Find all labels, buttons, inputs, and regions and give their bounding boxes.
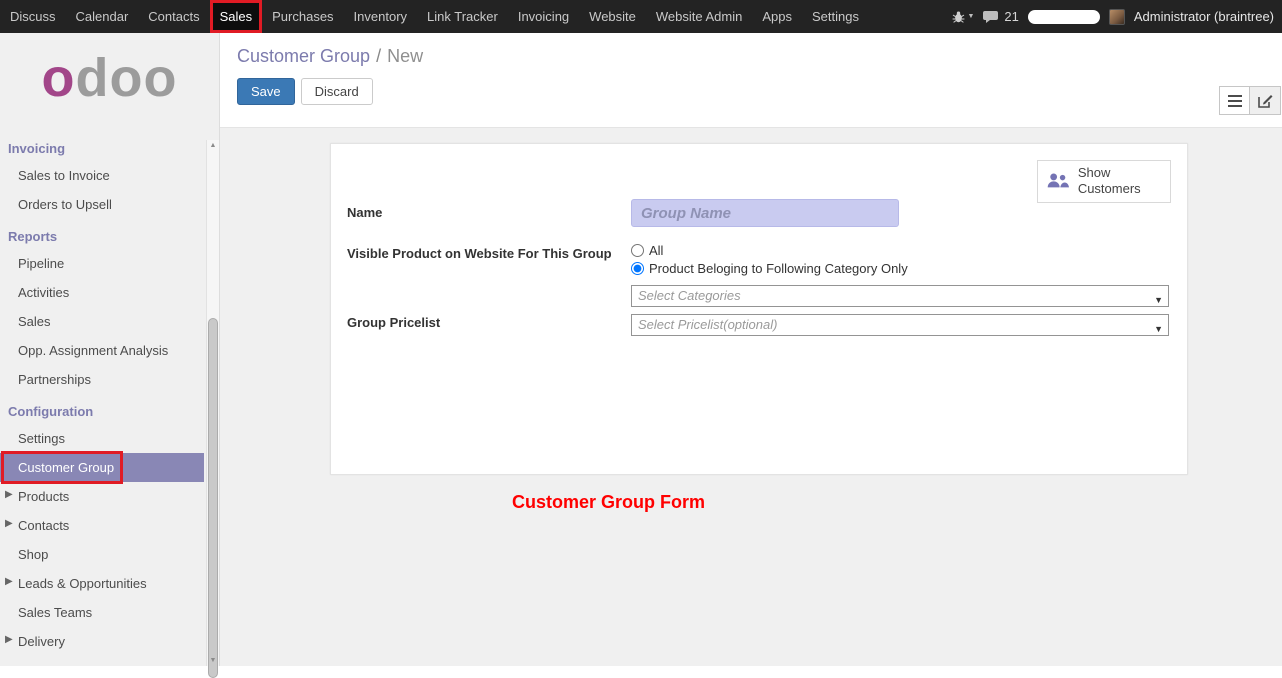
sidebar-item-opp-assignment-analysis[interactable]: Opp. Assignment Analysis — [0, 336, 219, 365]
menu-settings[interactable]: Settings — [802, 0, 869, 33]
group-pricelist-label: Group Pricelist — [347, 315, 440, 330]
breadcrumb-separator: / — [376, 46, 381, 66]
radio-category-input[interactable] — [631, 262, 644, 275]
radio-category-only[interactable]: Product Beloging to Following Category O… — [631, 261, 908, 276]
menu-invoicing[interactable]: Invoicing — [508, 0, 579, 33]
edit-form-icon — [1258, 94, 1273, 108]
annotation-caption: Customer Group Form — [512, 492, 705, 513]
discard-button[interactable]: Discard — [301, 78, 373, 105]
menu-purchases[interactable]: Purchases — [262, 0, 343, 33]
sidebar-nav: Invoicing Sales to Invoice Orders to Ups… — [0, 131, 219, 656]
sidebar-item-products[interactable]: ▶ Products — [0, 482, 219, 511]
main-content: Show Customers Name Visible Product on W… — [220, 128, 1282, 666]
group-name-input[interactable] — [631, 199, 899, 227]
radio-all[interactable]: All — [631, 243, 908, 258]
select-categories-dropdown[interactable]: Select Categories ▼ — [631, 285, 1169, 307]
messages-icon[interactable]: 21 — [983, 9, 1018, 24]
sidebar-item-partnerships[interactable]: Partnerships — [0, 365, 219, 394]
sidebar-item-customer-group[interactable]: Customer Group — [0, 453, 204, 482]
view-switcher — [1219, 86, 1281, 115]
topbar-systray: ▼ 21 Administrator (braintree) — [952, 0, 1282, 33]
scroll-down-icon[interactable]: ▼ — [207, 657, 219, 664]
name-label: Name — [347, 205, 382, 220]
sidebar-item-sales[interactable]: Sales — [0, 307, 219, 336]
chevron-down-icon: ▼ — [967, 13, 974, 20]
user-menu[interactable]: Administrator (braintree) — [1134, 9, 1274, 24]
top-navbar: Discuss Calendar Contacts Sales Purchase… — [0, 0, 1282, 33]
visible-product-label: Visible Product on Website For This Grou… — [347, 246, 612, 261]
sidebar-item-orders-to-upsell[interactable]: Orders to Upsell — [0, 190, 219, 219]
radio-category-label: Product Beloging to Following Category O… — [649, 261, 908, 276]
expand-caret-icon: ▶ — [5, 518, 13, 529]
status-pill-indicator[interactable] — [1028, 10, 1100, 24]
sidebar-item-shop[interactable]: Shop — [0, 540, 219, 569]
customer-group-form: Show Customers Name Visible Product on W… — [330, 143, 1188, 475]
save-button[interactable]: Save — [237, 78, 295, 105]
sidebar-item-sales-teams[interactable]: Sales Teams — [0, 598, 219, 627]
select-pricelist-placeholder: Select Pricelist(optional) — [638, 317, 777, 332]
scrollbar-thumb[interactable] — [208, 318, 218, 678]
section-invoicing: Invoicing — [0, 131, 219, 161]
section-reports: Reports — [0, 219, 219, 249]
menu-apps[interactable]: Apps — [752, 0, 802, 33]
show-customers-label: Show Customers — [1078, 165, 1162, 198]
messages-count: 21 — [1004, 9, 1018, 24]
list-view-button[interactable] — [1219, 86, 1250, 115]
customers-group-icon — [1046, 170, 1070, 192]
sidebar-scrollbar[interactable]: ▲ ▼ — [206, 140, 219, 666]
section-configuration: Configuration — [0, 394, 219, 424]
menu-sales[interactable]: Sales — [210, 0, 263, 33]
scroll-up-icon[interactable]: ▲ — [207, 142, 219, 149]
breadcrumb-customer-group-link[interactable]: Customer Group — [237, 46, 370, 66]
sidebar-item-pipeline[interactable]: Pipeline — [0, 249, 219, 278]
chevron-down-icon: ▼ — [1154, 290, 1163, 310]
show-customers-button[interactable]: Show Customers — [1037, 160, 1171, 203]
sidebar-item-contacts[interactable]: ▶ Contacts — [0, 511, 219, 540]
form-view-button[interactable] — [1250, 86, 1281, 115]
breadcrumb: Customer Group / New — [220, 33, 1282, 67]
sidebar-item-delivery[interactable]: ▶ Delivery — [0, 627, 219, 656]
action-buttons: Save Discard — [220, 67, 1282, 105]
sidebar-item-sales-to-invoice[interactable]: Sales to Invoice — [0, 161, 219, 190]
menu-website[interactable]: Website — [579, 0, 646, 33]
radio-all-input[interactable] — [631, 244, 644, 257]
expand-caret-icon: ▶ — [5, 576, 13, 587]
expand-caret-icon: ▶ — [5, 489, 13, 500]
sidebar-item-leads-opportunities[interactable]: ▶ Leads & Opportunities — [0, 569, 219, 598]
debug-bug-icon[interactable]: ▼ — [952, 11, 974, 23]
sidebar: odoo Invoicing Sales to Invoice Orders t… — [0, 33, 220, 666]
menu-inventory[interactable]: Inventory — [344, 0, 417, 33]
avatar[interactable] — [1109, 9, 1125, 25]
list-icon — [1228, 95, 1242, 107]
breadcrumb-current: New — [387, 46, 423, 66]
menu-contacts[interactable]: Contacts — [138, 0, 209, 33]
radio-all-label: All — [649, 243, 663, 258]
menu-link-tracker[interactable]: Link Tracker — [417, 0, 508, 33]
select-categories-placeholder: Select Categories — [638, 288, 741, 303]
odoo-logo: odoo — [0, 33, 219, 113]
sidebar-item-settings[interactable]: Settings — [0, 424, 219, 453]
content-header: Customer Group / New Save Discard — [220, 33, 1282, 128]
chevron-down-icon: ▼ — [1154, 319, 1163, 339]
menu-website-admin[interactable]: Website Admin — [646, 0, 752, 33]
sidebar-item-activities[interactable]: Activities — [0, 278, 219, 307]
menu-calendar[interactable]: Calendar — [66, 0, 139, 33]
expand-caret-icon: ▶ — [5, 634, 13, 645]
menu-discuss[interactable]: Discuss — [0, 0, 66, 33]
select-pricelist-dropdown[interactable]: Select Pricelist(optional) ▼ — [631, 314, 1169, 336]
visible-product-radio-group: All Product Beloging to Following Catego… — [631, 243, 908, 279]
